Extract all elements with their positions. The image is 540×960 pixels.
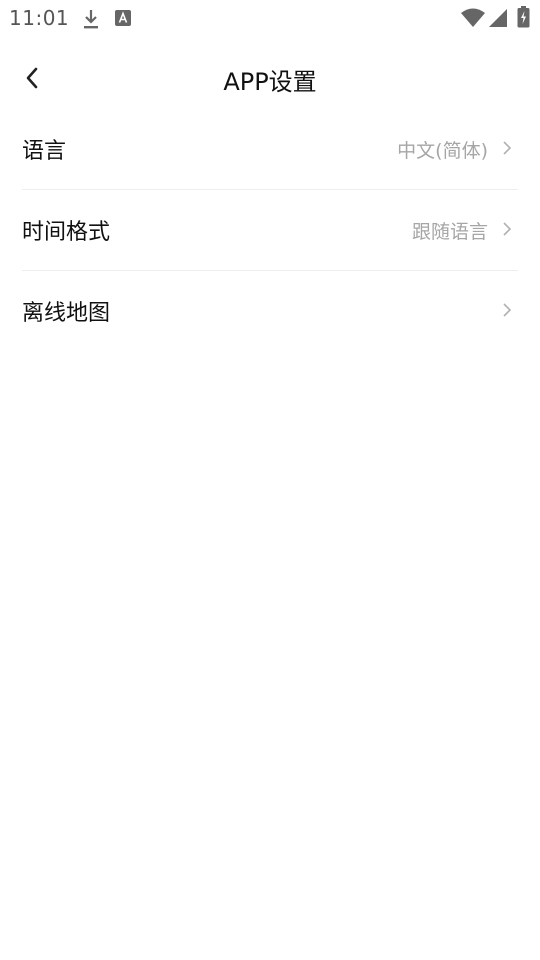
setting-label: 离线地图 [22,301,111,326]
chevron-right-icon [503,222,512,236]
setting-label: 时间格式 [22,220,111,245]
status-bar: 11:01 [0,0,540,36]
setting-value: 跟随语言 [411,221,488,243]
battery-icon [517,6,530,28]
app-settings-screen: 11:01 APP设置 语言 中文(简体) 时间格式 跟随语言 离线地图 [0,0,540,960]
setting-label: 语言 [22,139,67,164]
settings-list: 语言 中文(简体) 时间格式 跟随语言 离线地图 [0,109,540,352]
wifi-icon [461,8,485,27]
status-time: 11:01 [9,6,70,30]
chevron-right-icon [503,303,512,317]
signal-icon [489,9,507,27]
setting-row-offline-map[interactable]: 离线地图 [22,271,518,352]
setting-value: 中文(简体) [397,140,488,162]
app-header: APP设置 [0,50,540,106]
chevron-right-icon [503,141,512,155]
page-title: APP设置 [223,68,317,96]
setting-row-language[interactable]: 语言 中文(简体) [22,109,518,190]
a-notification-icon [115,10,131,26]
download-icon [84,10,98,29]
setting-row-time-format[interactable]: 时间格式 跟随语言 [22,190,518,271]
